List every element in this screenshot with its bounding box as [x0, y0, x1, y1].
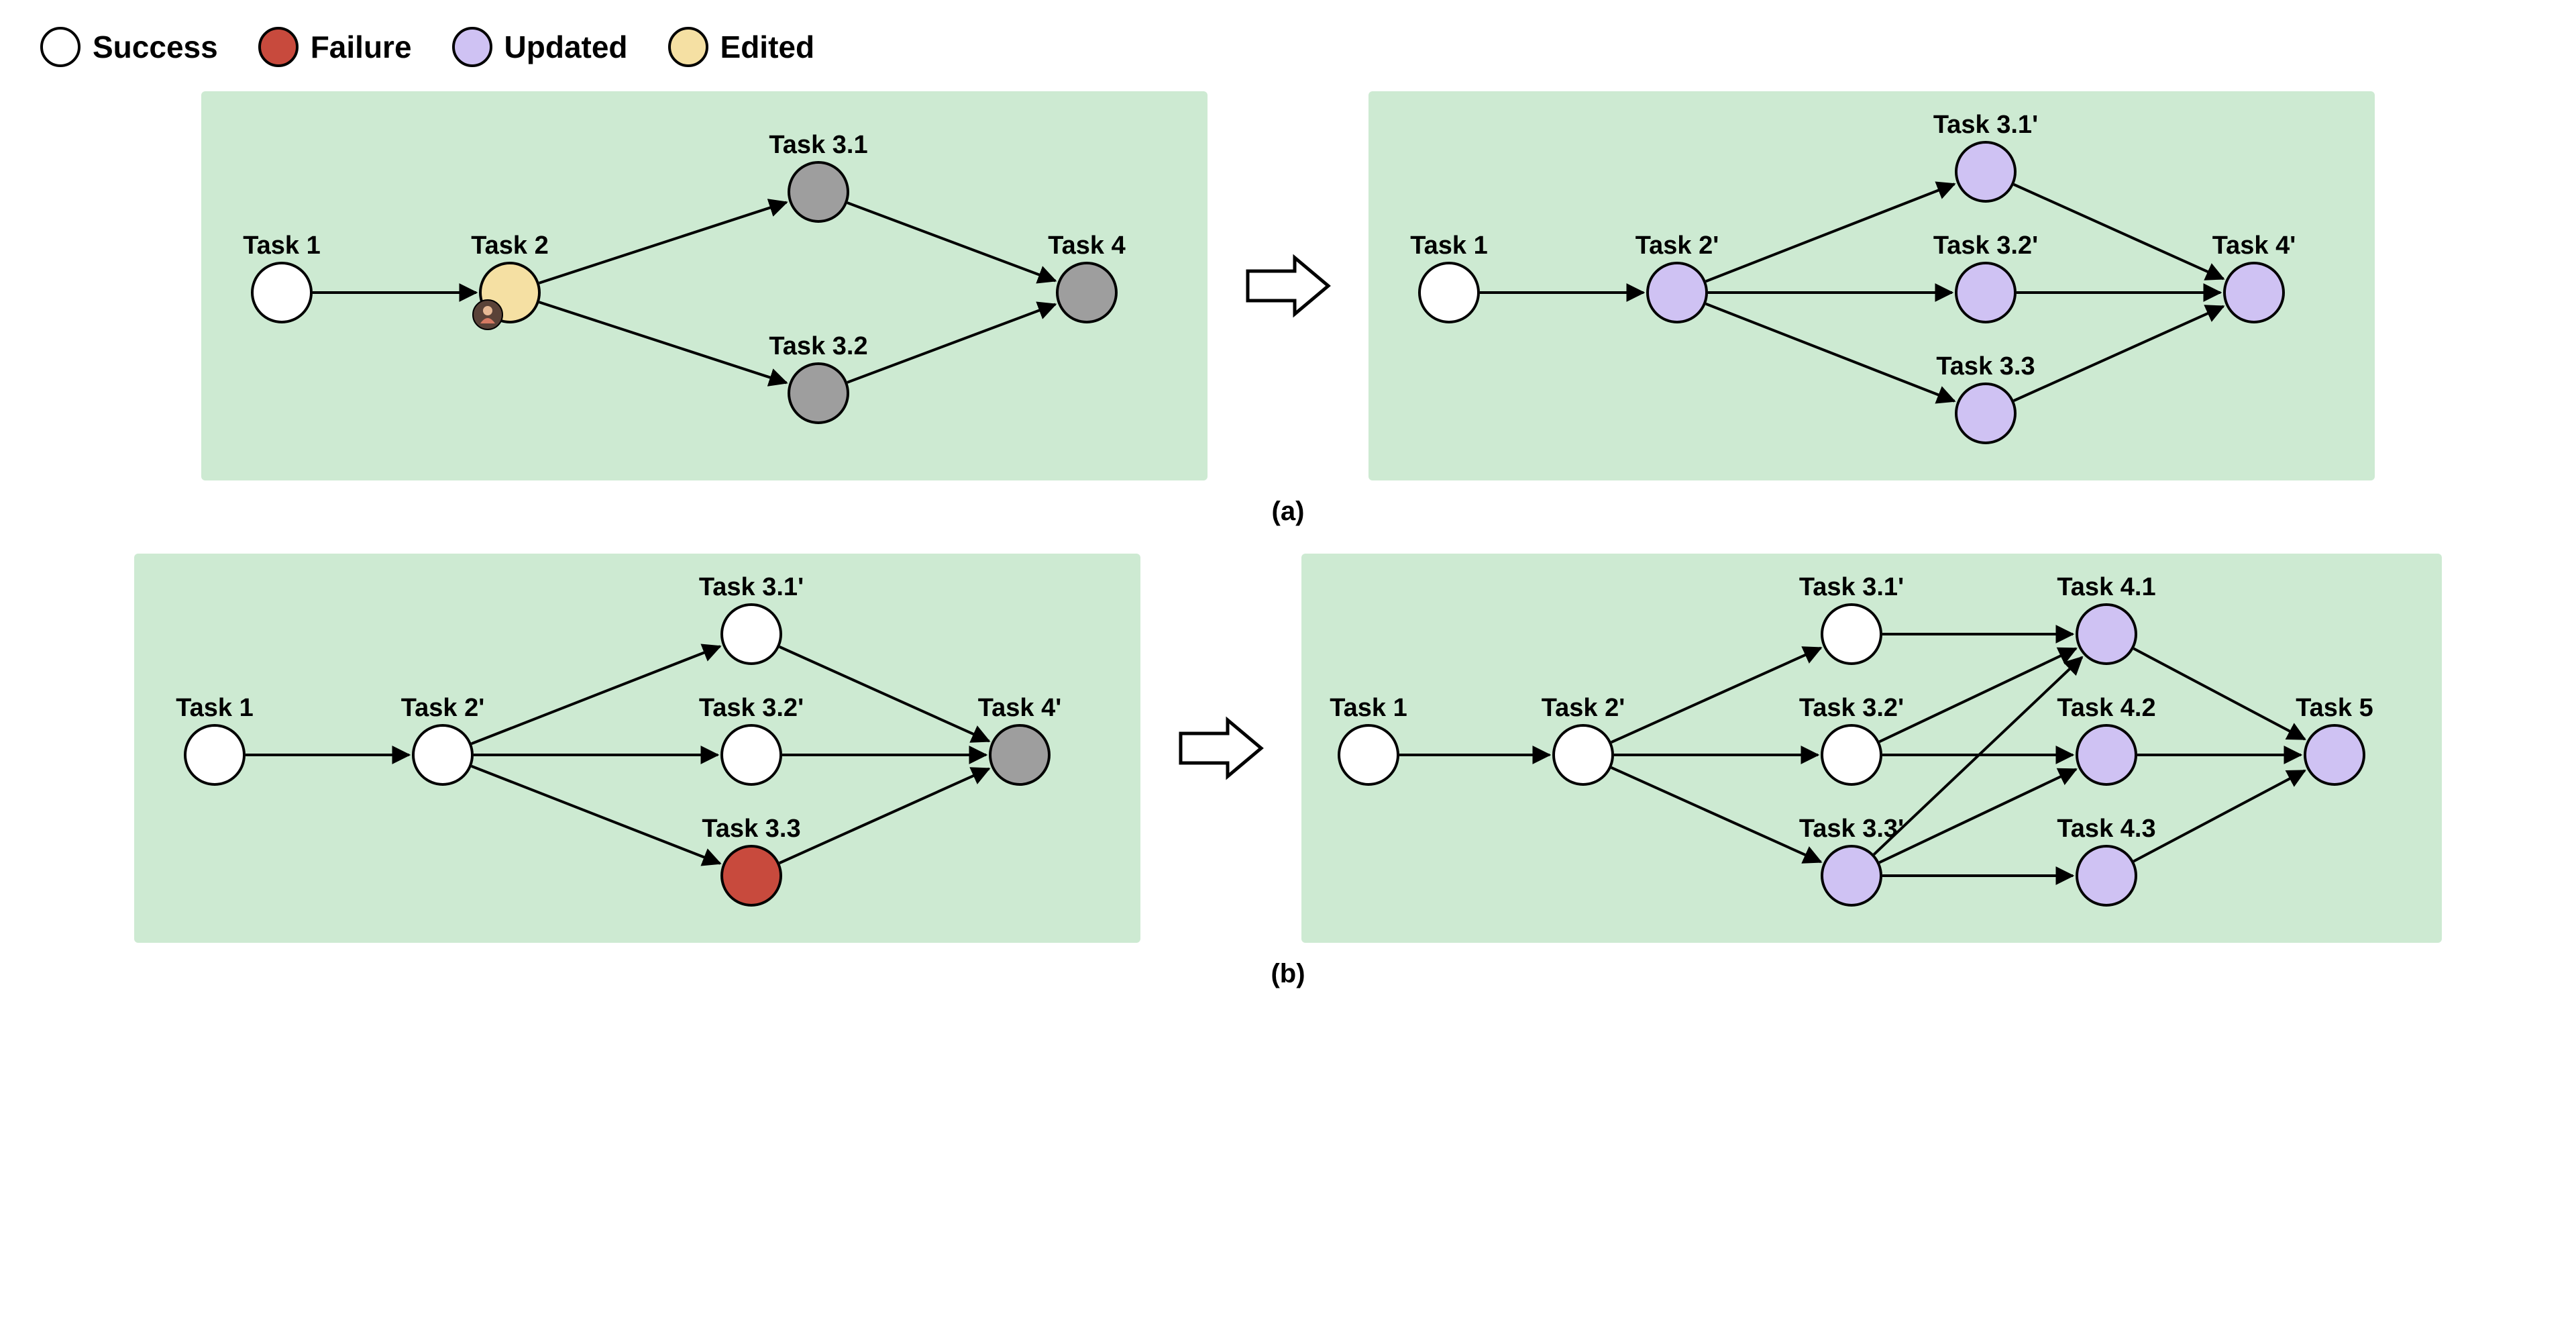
legend-swatch-edited: [668, 27, 708, 67]
task-label: Task 3.2': [1933, 232, 2038, 260]
task-node: Task 4: [1048, 232, 1125, 322]
edge: [847, 305, 1055, 382]
graph-a-left: Task 1 Task 2 Task 3.1 Task 3.2 Task 4: [201, 91, 1208, 480]
task-node: Task 2': [1635, 232, 1719, 322]
task-node: Task 3.2': [699, 694, 804, 784]
task-label: Task 3.1: [769, 131, 867, 159]
task-node: Task 1: [1410, 232, 1487, 322]
edge: [780, 769, 989, 864]
legend-swatch-updated: [452, 27, 492, 67]
edge: [472, 766, 720, 864]
task-label: Task 4: [1048, 232, 1125, 260]
edge: [1706, 184, 1955, 281]
panel-a-right-wrap: Task 1 Task 2' Task 3.1' Task 3.2' Task 3.3 T…: [1368, 91, 2375, 480]
task-node: Task 3.2': [1799, 694, 1904, 784]
task-node: Task 1: [176, 694, 253, 784]
panel-b-right: Task 1 Task 2' Task 3.1' Task 3.2' Task 3.3'…: [1301, 554, 2442, 943]
task-label: Task 3.1': [1933, 111, 2038, 139]
task-label: Task 4': [978, 694, 1062, 722]
transition-arrow-b: [1174, 708, 1268, 788]
edge: [1706, 304, 1955, 401]
task-node: Task 4': [2212, 232, 2296, 322]
task-label: Task 3.2': [699, 694, 804, 722]
legend-label-edited: Edited: [720, 29, 815, 65]
task-node: Task 2': [1542, 694, 1625, 784]
task-node: Task 2: [471, 232, 548, 329]
graph-a-right: Task 1 Task 2' Task 3.1' Task 3.2' Task 3.3 T…: [1368, 91, 2375, 480]
legend: Success Failure Updated Edited: [40, 27, 2536, 67]
edge: [539, 302, 787, 382]
transition-arrow-a: [1241, 246, 1335, 326]
edge: [780, 647, 989, 741]
task-label: Task 3.3: [702, 815, 800, 843]
task-label: Task 2': [1635, 232, 1719, 260]
edge: [1611, 768, 1821, 862]
task-label: Task 4.1: [2057, 573, 2155, 601]
task-node: Task 4': [978, 694, 1062, 784]
edge: [1880, 769, 2076, 862]
row-a: Task 1 Task 2 Task 3.1 Task 3.2 Task 4 Task …: [40, 91, 2536, 480]
task-label: Task 4': [2212, 232, 2296, 260]
graph-b-right: Task 1 Task 2' Task 3.1' Task 3.2' Task 3.3'…: [1301, 554, 2442, 943]
legend-label-failure: Failure: [311, 29, 412, 65]
edge: [2134, 649, 2305, 739]
task-node: Task 2': [401, 694, 485, 784]
panel-b-left: Task 1 Task 2' Task 3.1' Task 3.2' Task 3.3 T…: [134, 554, 1140, 943]
figure-root: Success Failure Updated Edited Task 1Tas…: [0, 0, 2576, 1330]
edge: [1880, 648, 2076, 741]
panel-b-right-wrap: Task 1 Task 2' Task 3.1' Task 3.2' Task 3.3'…: [1301, 554, 2442, 943]
legend-label-success: Success: [93, 29, 218, 65]
task-label: Task 4.2: [2057, 694, 2155, 722]
edge: [2134, 770, 2305, 861]
edge: [2014, 307, 2223, 401]
task-node: Task 3.2': [1933, 232, 2038, 322]
panel-a-left-wrap: Task 1 Task 2 Task 3.1 Task 3.2 Task 4: [201, 91, 1208, 480]
task-label: Task 3.1': [699, 573, 804, 601]
row-b: Task 1 Task 2' Task 3.1' Task 3.2' Task 3.3 T…: [40, 554, 2536, 943]
task-label: Task 3.2: [769, 332, 867, 360]
task-label: Task 5: [2296, 694, 2373, 722]
legend-item-updated: Updated: [452, 27, 628, 67]
task-label: Task 1: [1330, 694, 1407, 722]
task-label: Task 1: [1410, 232, 1487, 260]
task-label: Task 3.2': [1799, 694, 1904, 722]
task-label: Task 2: [471, 232, 548, 260]
edge: [1611, 648, 1821, 743]
legend-item-edited: Edited: [668, 27, 815, 67]
task-node: Task 3.1: [769, 131, 867, 221]
task-label: Task 2': [401, 694, 485, 722]
edge: [847, 203, 1055, 280]
task-node: Task 3.2: [769, 332, 867, 423]
task-label: Task 3.3': [1799, 815, 1904, 843]
edge: [2014, 185, 2223, 279]
legend-item-failure: Failure: [258, 27, 412, 67]
caption-b: (b): [40, 959, 2536, 989]
task-label: Task 1: [243, 232, 320, 260]
legend-item-success: Success: [40, 27, 218, 67]
legend-swatch-success: [40, 27, 80, 67]
task-node: Task 4.3: [2057, 815, 2155, 905]
task-node: Task 1: [243, 232, 320, 322]
panel-a-left: Task 1 Task 2 Task 3.1 Task 3.2 Task 4: [201, 91, 1208, 480]
edge: [539, 203, 787, 283]
task-node: Task 5: [2296, 694, 2373, 784]
caption-a: (a): [40, 497, 2536, 527]
task-label: Task 3.3: [1936, 352, 2035, 380]
graph-b-left: Task 1 Task 2' Task 3.1' Task 3.2' Task 3.3 T…: [134, 554, 1140, 943]
legend-swatch-failure: [258, 27, 299, 67]
edge: [472, 646, 720, 744]
panel-a-right: Task 1 Task 2' Task 3.1' Task 3.2' Task 3.3 T…: [1368, 91, 2375, 480]
task-label: Task 4.3: [2057, 815, 2155, 843]
task-node: Task 1: [1330, 694, 1407, 784]
task-label: Task 1: [176, 694, 253, 722]
task-label: Task 3.1': [1799, 573, 1904, 601]
task-label: Task 2': [1542, 694, 1625, 722]
panel-b-left-wrap: Task 1 Task 2' Task 3.1' Task 3.2' Task 3.3 T…: [134, 554, 1140, 943]
legend-label-updated: Updated: [504, 29, 628, 65]
